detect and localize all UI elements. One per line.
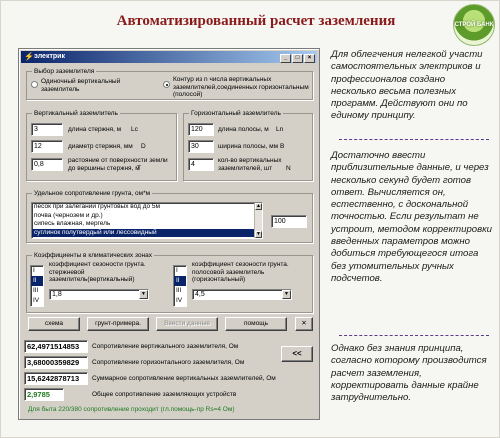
radio-contour-label: Контур из n числа вертикальных заземлите… [173, 76, 309, 98]
zone-item[interactable]: IV [174, 296, 186, 306]
soil-list-scrollbar[interactable]: ▲ ▼ [254, 203, 262, 238]
zone-item[interactable]: III [174, 286, 186, 296]
rod-depth-input[interactable]: 0,8 [31, 158, 63, 171]
zone-item[interactable]: IV [31, 296, 43, 306]
app-window: ⚡ электрик _ □ × Выбор заземлителя Одино… [18, 48, 320, 420]
horizontal-group: Горизонтальный заземлитель 120 длина пол… [183, 110, 313, 181]
zone-item[interactable]: III [31, 286, 43, 296]
rod-diameter-unit: D [141, 143, 146, 150]
article-paragraph-3: Однако без знания принципа, согласно кот… [331, 343, 487, 404]
soil-list[interactable]: песок при залегании грунтовых вод до 5м … [31, 202, 263, 239]
soil-resistivity-value[interactable]: 100 [271, 215, 307, 228]
horizontal-coef-value: 4,5 [195, 291, 205, 298]
window-close-button[interactable]: × [304, 54, 315, 63]
soil-list-item[interactable]: сипесь влажная, мергель [32, 220, 262, 229]
status-text: Для быта 220/380 сопротивление проходит … [28, 406, 235, 413]
rod-count-input[interactable]: 4 [188, 158, 214, 171]
scroll-down-icon[interactable]: ▼ [255, 231, 262, 238]
radio-single-vertical[interactable] [31, 81, 38, 88]
scheme-button[interactable]: схема [28, 317, 80, 331]
chevron-down-icon[interactable]: ▼ [139, 290, 148, 299]
article-paragraph-2: Достаточно ввести приблизительные данные… [331, 150, 492, 284]
window-title: электрик [34, 53, 65, 60]
strip-length-unit: Ln [276, 126, 284, 133]
climate-group: Коэффициенты в климатических зонах I II … [26, 252, 313, 313]
maximize-button[interactable]: □ [292, 54, 303, 63]
zone-item-selected[interactable]: II [174, 276, 186, 286]
result-total-value: 2,9785 [24, 388, 64, 401]
rod-count-label: кол-во вертикальных заземлителей, шт [218, 157, 282, 172]
vertical-coef-value: 1,8 [52, 291, 62, 298]
climate-legend: Коэффициенты в климатических зонах [32, 252, 154, 259]
vertical-legend: Вертикальный заземлитель [32, 110, 120, 117]
result-total-label: Общее сопротивление заземляющих устройст… [92, 391, 237, 398]
rod-length-unit: Lc [131, 126, 138, 133]
soil-list-item[interactable]: песок при залегании грунтовых вод до 5м [32, 203, 262, 212]
result-horizontal-value: 3,68000359829 [24, 356, 88, 369]
result-vertical-value: 62,4971514853 [24, 340, 88, 353]
window-titlebar[interactable]: ⚡ электрик _ □ × [21, 51, 317, 63]
page: Автоматизированный расчет заземления СТР… [0, 0, 500, 438]
vertical-zone-list[interactable]: I II III IV [30, 265, 44, 307]
strip-length-input[interactable]: 120 [188, 123, 214, 136]
soil-legend: Удельное сопротивление грунта, ом*м [32, 190, 153, 197]
minimize-button[interactable]: _ [280, 54, 291, 63]
rod-diameter-input[interactable]: 12 [31, 140, 63, 153]
help-button[interactable]: помощь [225, 317, 287, 331]
page-title: Автоматизированный расчет заземления [116, 13, 396, 29]
result-sum-value: 15,6242878713 [24, 372, 88, 385]
zone-item-selected[interactable]: II [31, 276, 43, 286]
result-sum-label: Суммарное сопротивление вертикальных заз… [92, 375, 276, 382]
soil-list-item-selected[interactable]: суглинок полутвердый или лессовидный [32, 228, 262, 237]
lightning-icon: ⚡ [24, 52, 34, 61]
result-vertical-label: Сопротивление вертикального заземлителя,… [92, 343, 239, 350]
strip-width-input[interactable]: 30 [188, 140, 214, 153]
radio-contour[interactable] [163, 81, 170, 88]
rod-count-unit: N [286, 165, 291, 172]
radio-single-vertical-label: Одиночный вертикальный заземлитель [41, 78, 121, 93]
chevron-down-icon[interactable]: ▼ [282, 290, 291, 299]
back-button[interactable]: << [281, 346, 313, 362]
result-horizontal-label: Сопротивление горизонтального заземлител… [92, 359, 245, 366]
rod-length-label: длина стержня, м [68, 126, 122, 133]
vertical-coef-label: коэффициент сезоности грунта. стержневой… [49, 261, 146, 283]
soil-list-item[interactable]: почва (чернозем и др.) [32, 212, 262, 221]
rod-depth-label: растояние от поверхности земли до вершин… [68, 157, 168, 172]
logo-text: СТРОЙ БАНК [454, 21, 494, 28]
zone-item[interactable]: I [31, 266, 43, 276]
vertical-coef-select[interactable]: 1,8 ▼ [49, 289, 149, 300]
zone-item[interactable]: I [174, 266, 186, 276]
close-icon[interactable]: ✕ [295, 317, 313, 331]
divider [339, 335, 489, 336]
strip-width-unit: B [280, 143, 285, 150]
soil-group: Удельное сопротивление грунта, ом*м песо… [26, 190, 313, 243]
grounding-choice-legend: Выбор заземлителя [32, 68, 97, 75]
strip-width-label: ширина полосы, мм [218, 143, 279, 150]
example-button[interactable]: грунт-примера. [87, 317, 149, 331]
scroll-up-icon[interactable]: ▲ [255, 203, 262, 210]
rod-depth-unit: T [137, 165, 141, 172]
grounding-choice-group: Выбор заземлителя Одиночный вертикальный… [26, 68, 313, 100]
horizontal-coef-label: коэффициент сезоности грунта. полосовой … [192, 261, 289, 283]
article-paragraph-1: Для облегчения нелегкой участи самостоят… [331, 49, 483, 122]
rod-diameter-label: диаметр стержня, мм [68, 143, 133, 150]
enter-data-button[interactable]: Ввести данные [156, 317, 218, 331]
divider [339, 139, 489, 140]
horizontal-legend: Горизонтальный заземлитель [189, 110, 283, 117]
horizontal-zone-list[interactable]: I II III IV [173, 265, 187, 307]
rod-length-input[interactable]: 3 [31, 123, 63, 136]
logo: СТРОЙ БАНК [453, 4, 495, 46]
strip-length-label: длина полосы, м [218, 126, 269, 133]
vertical-group: Вертикальный заземлитель 3 длина стержня… [26, 110, 177, 181]
horizontal-coef-select[interactable]: 4,5 ▼ [192, 289, 292, 300]
